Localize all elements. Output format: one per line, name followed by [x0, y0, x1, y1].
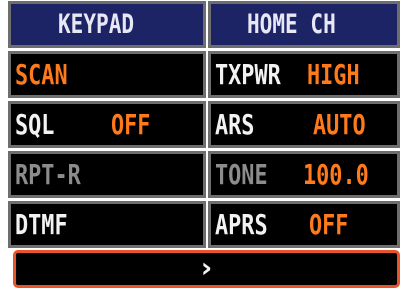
home-ch-header-label: HOME CH: [247, 9, 336, 40]
txpwr-button[interactable]: TXPWR HIGH: [208, 51, 400, 98]
dtmf-label: DTMF: [15, 208, 68, 241]
next-page-button[interactable]: ›: [13, 250, 400, 288]
ars-value: AUTO: [313, 108, 366, 141]
aprs-label: APRS: [215, 208, 268, 241]
tone-label: TONE: [215, 158, 268, 191]
txpwr-value: HIGH: [307, 58, 360, 91]
ars-label: ARS: [215, 108, 255, 141]
chevron-right-icon: ›: [200, 251, 213, 284]
radio-menu-screen: KEYPAD HOME CH SCAN TXPWR HIGH SQL OFF A…: [0, 0, 401, 294]
sql-button[interactable]: SQL OFF: [8, 101, 206, 148]
keypad-header-label: KEYPAD: [58, 9, 135, 40]
aprs-button[interactable]: APRS OFF: [208, 201, 400, 248]
scan-button[interactable]: SCAN: [8, 51, 206, 98]
keypad-header-button[interactable]: KEYPAD: [8, 1, 206, 48]
home-ch-header-button[interactable]: HOME CH: [208, 1, 400, 48]
rpt-r-label: RPT-R: [15, 158, 81, 191]
tone-button[interactable]: TONE 100.0: [208, 151, 400, 198]
rpt-r-button[interactable]: RPT-R: [8, 151, 206, 198]
scan-label: SCAN: [15, 58, 68, 91]
dtmf-button[interactable]: DTMF: [8, 201, 206, 248]
sql-label: SQL: [15, 108, 55, 141]
tone-value: 100.0: [303, 158, 369, 191]
aprs-value: OFF: [309, 208, 349, 241]
sql-value: OFF: [111, 108, 151, 141]
ars-button[interactable]: ARS AUTO: [208, 101, 400, 148]
txpwr-label: TXPWR: [215, 58, 281, 91]
